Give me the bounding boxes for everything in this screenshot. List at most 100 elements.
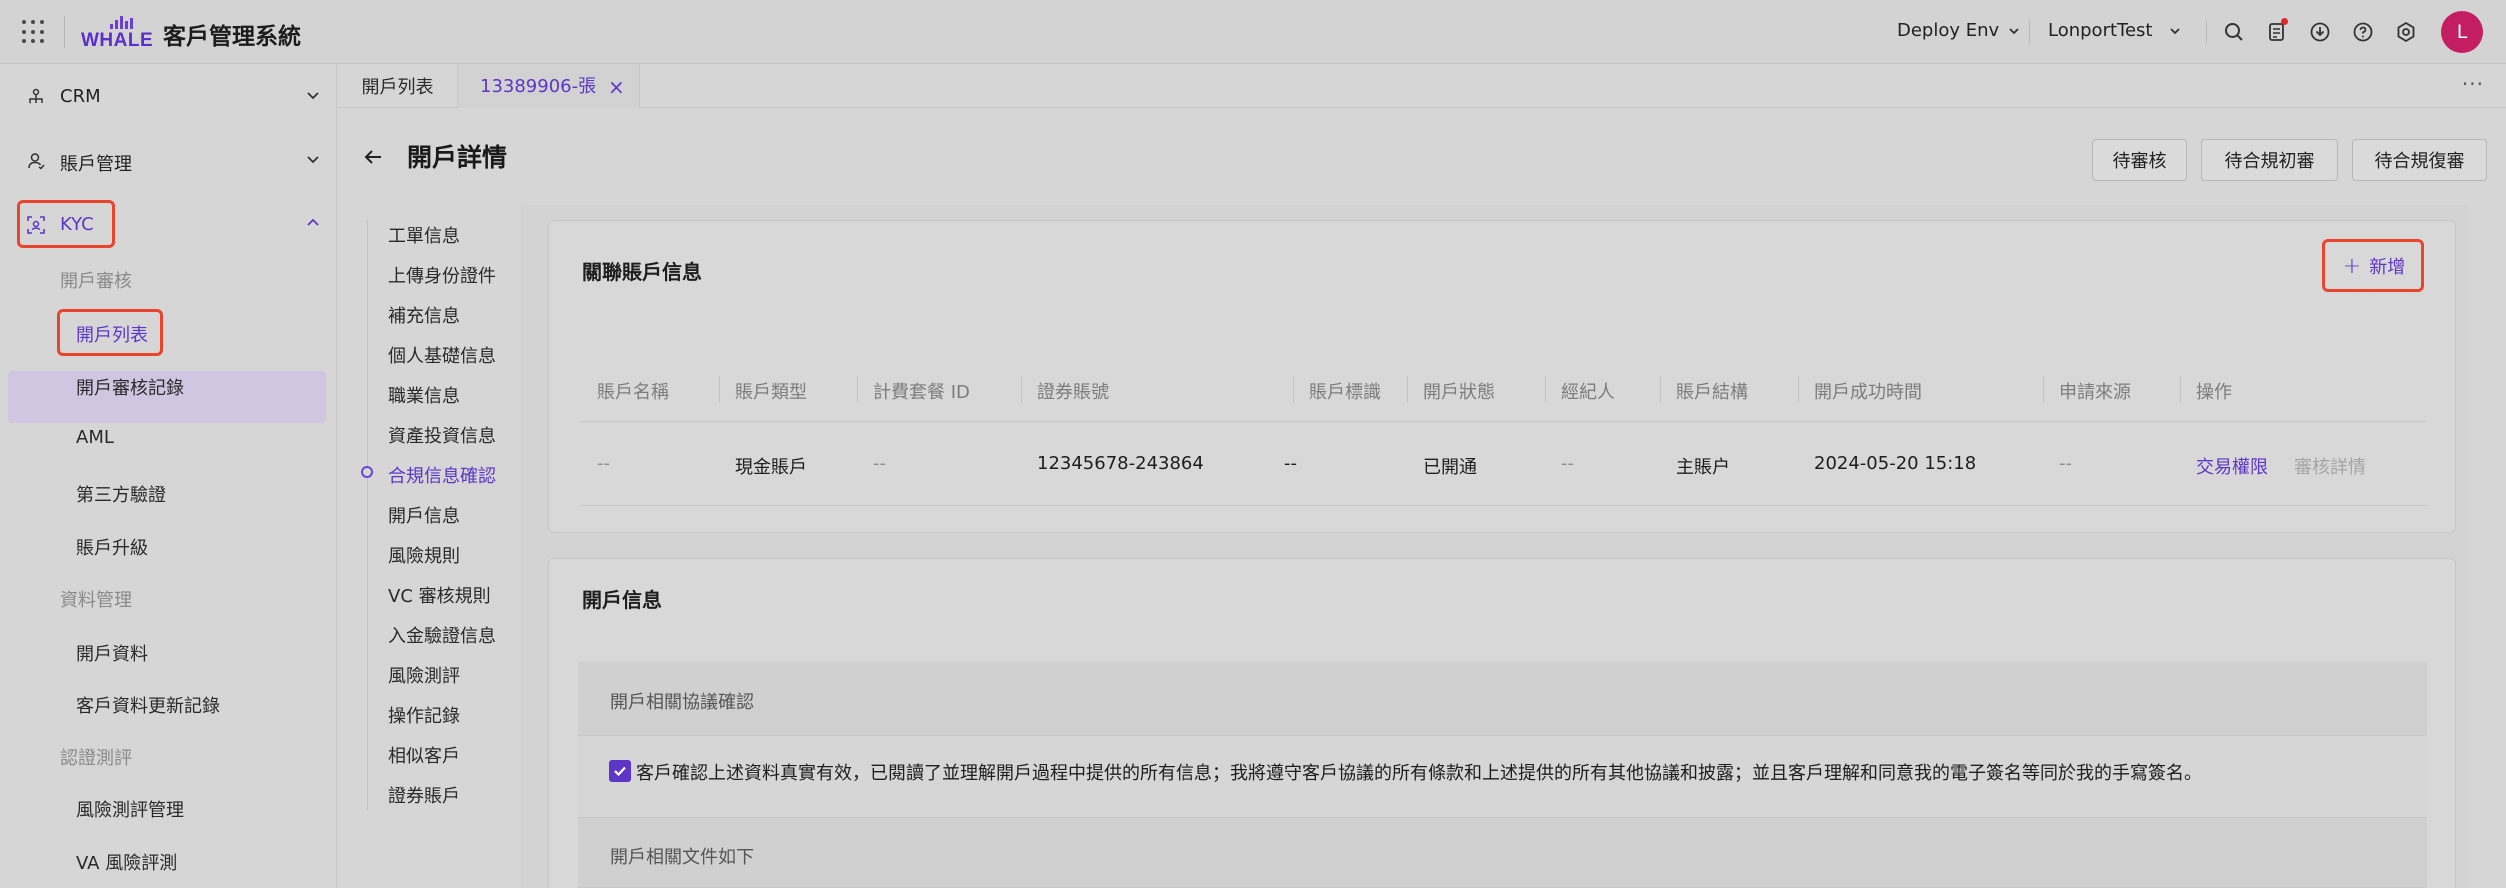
agreement-checkbox[interactable]	[609, 760, 631, 782]
sidebar-item-data-update-records[interactable]: 客戶資料更新記錄	[76, 692, 220, 718]
gear-icon[interactable]	[2394, 20, 2418, 44]
column-divider	[719, 376, 720, 402]
divider	[64, 16, 65, 48]
more-icon[interactable]: ···	[2462, 72, 2484, 96]
column-divider	[857, 376, 858, 402]
highlight-box	[17, 200, 115, 248]
sidebar-item-risk-assessment[interactable]: 風險測評管理	[76, 796, 184, 822]
anchor-link[interactable]: 開戶信息	[388, 502, 460, 528]
sidebar-group-label: 賬戶管理	[60, 154, 132, 175]
table-cell: --	[597, 453, 610, 474]
sidebar-section-title: 開戶審核	[60, 271, 132, 292]
anchor-link[interactable]: 資產投資信息	[388, 422, 496, 448]
column-divider	[1021, 376, 1022, 402]
check-icon	[614, 766, 626, 777]
chevron-up-icon	[307, 218, 319, 226]
top-bar: WHALE 客戶管理系統 Deploy Env LonportTest L	[0, 0, 2506, 64]
table-cell: 2024-05-20 15:18	[1814, 453, 1977, 474]
user-dropdown[interactable]: LonportTest	[2048, 20, 2182, 41]
table-row-divider	[580, 505, 2427, 506]
plus-icon: +	[2342, 253, 2362, 279]
pending-compliance-first-review-button[interactable]: 待合規初審	[2201, 139, 2338, 181]
sidebar-item-account-data[interactable]: 開戶資料	[76, 640, 148, 666]
back-arrow-icon[interactable]	[362, 146, 384, 168]
chevron-down-icon	[307, 156, 319, 164]
anchor-link[interactable]: 入金驗證信息	[388, 622, 496, 648]
divider	[2029, 20, 2030, 44]
anchor-link[interactable]: 工單信息	[388, 222, 460, 248]
user-label: LonportTest	[2048, 20, 2153, 41]
column-divider	[2043, 376, 2044, 402]
anchor-link[interactable]: VC 審核規則	[388, 582, 491, 608]
column-header: 經紀人	[1561, 382, 1615, 403]
column-divider	[1545, 376, 1546, 402]
anchor-link[interactable]: 證券賬戶	[388, 782, 460, 808]
sidebar-item-aml[interactable]: AML	[76, 427, 114, 448]
env-dropdown[interactable]: Deploy Env	[1897, 20, 2021, 41]
add-label: 新增	[2369, 257, 2406, 278]
linked-accounts-card	[548, 220, 2456, 533]
trade-permission-link[interactable]: 交易權限	[2196, 453, 2268, 479]
table-cell: --	[873, 453, 886, 474]
column-divider	[1407, 376, 1408, 402]
chevron-down-icon	[2170, 28, 2180, 35]
highlight-box	[57, 309, 163, 356]
table-header-divider	[580, 421, 2427, 422]
pending-compliance-second-review-button[interactable]: 待合規復審	[2352, 139, 2487, 181]
sidebar-item-va-risk-assessment[interactable]: VA 風險評測	[76, 849, 177, 875]
sidebar-section-title: 資料管理	[60, 590, 132, 611]
help-icon[interactable]	[2351, 20, 2375, 44]
linked-accounts-title: 關聯賬戶信息	[582, 260, 702, 284]
sidebar-group-crm[interactable]: CRM	[0, 69, 337, 125]
logo: WHALE	[80, 14, 153, 51]
tab-bar: 開戶列表 13389906-張 × ···	[338, 64, 2506, 108]
column-header: 賬戶名稱	[597, 382, 669, 403]
anchor-link[interactable]: 操作記錄	[388, 702, 460, 728]
anchor-indicator	[361, 466, 373, 478]
column-divider	[2180, 376, 2181, 402]
anchor-link[interactable]: 補充信息	[388, 302, 460, 328]
env-label: Deploy Env	[1897, 20, 2000, 41]
table-cell: --	[1561, 453, 1574, 474]
column-header: 開戶成功時間	[1814, 382, 1922, 403]
app-title: 客戶管理系統	[163, 24, 301, 50]
chevron-down-icon	[307, 92, 319, 100]
search-icon[interactable]	[2222, 20, 2246, 44]
agreement-section-title: 開戶相關協議確認	[610, 692, 754, 713]
download-icon[interactable]	[2308, 20, 2332, 44]
table-cell: 現金賬戶	[735, 457, 807, 478]
anchor-link[interactable]: 風險測評	[388, 662, 460, 688]
anchor-link[interactable]: 上傳身份證件	[388, 262, 496, 288]
sidebar-item-third-party-verification[interactable]: 第三方驗證	[76, 481, 166, 507]
review-detail-link[interactable]: 審核詳情	[2294, 453, 2366, 479]
table-cell: 12345678-243864	[1037, 453, 1204, 474]
column-header: 申請來源	[2059, 382, 2131, 403]
close-icon[interactable]: ×	[608, 75, 625, 99]
tab-customer-detail[interactable]: 13389906-張 ×	[458, 64, 640, 108]
table-cell: --	[2059, 453, 2072, 474]
sidebar-item-account-upgrade[interactable]: 賬戶升級	[76, 534, 148, 560]
tab-open-account-list[interactable]: 開戶列表	[338, 64, 458, 108]
table-cell: --	[1284, 453, 1297, 474]
anchor-link[interactable]: 相似客戶	[388, 742, 460, 768]
sidebar-item-review-records[interactable]: 開戶審核記錄	[76, 374, 184, 400]
add-button[interactable]: + 新增	[2328, 243, 2420, 289]
anchor-link[interactable]: 職業信息	[388, 382, 460, 408]
sidebar-group-account[interactable]: 賬戶管理	[0, 133, 337, 189]
column-header: 賬戶類型	[735, 382, 807, 403]
notification-dot	[2281, 18, 2288, 25]
avatar[interactable]: L	[2441, 11, 2483, 53]
chevron-down-icon	[2009, 28, 2019, 35]
sidebar-group-label: CRM	[60, 86, 101, 107]
anchor-link[interactable]: 風險規則	[388, 542, 460, 568]
documents-section-title: 開戶相關文件如下	[610, 847, 754, 868]
anchor-link[interactable]: 個人基礎信息	[388, 342, 496, 368]
documents-section-header	[578, 818, 2427, 888]
anchor-link[interactable]: 合規信息確認	[388, 462, 496, 488]
column-divider	[1293, 376, 1294, 402]
column-header: 操作	[2196, 382, 2232, 403]
agreement-section-header	[578, 662, 2427, 736]
column-header: 證券賬號	[1037, 382, 1109, 403]
app-grid-icon[interactable]	[22, 20, 46, 44]
pending-review-button[interactable]: 待審核	[2092, 139, 2187, 181]
